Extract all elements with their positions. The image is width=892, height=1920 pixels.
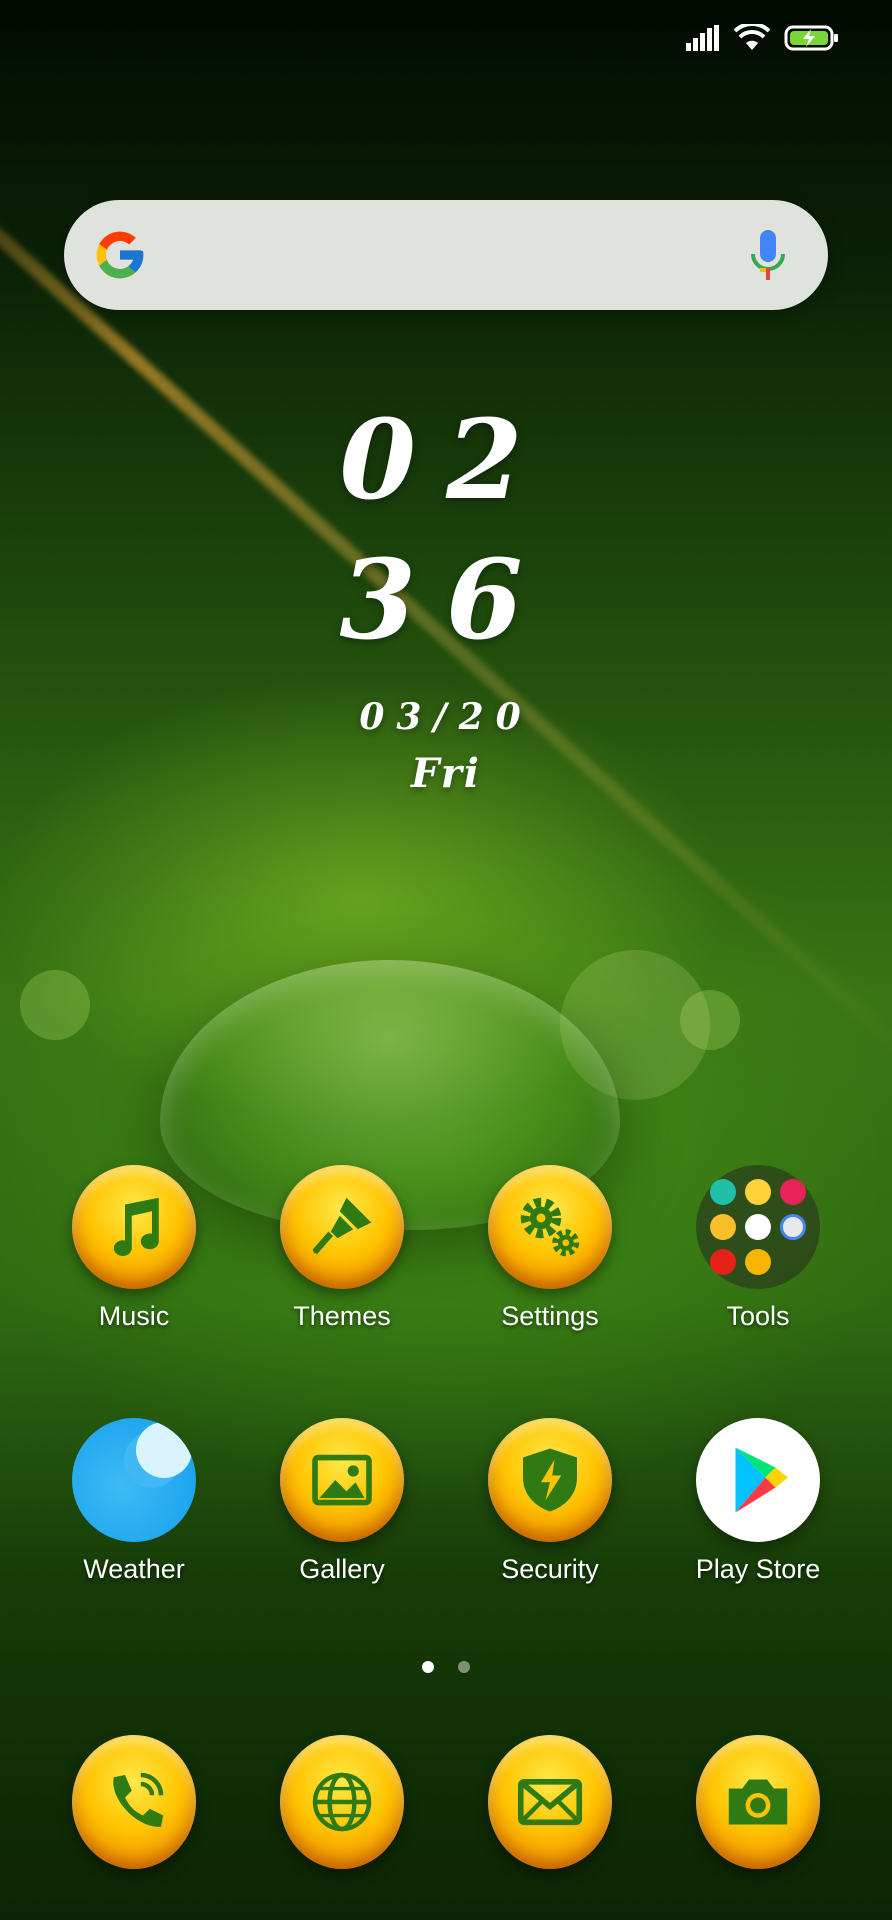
app-weather[interactable]: Weather [44, 1418, 224, 1585]
page-dot[interactable] [457, 1661, 470, 1673]
app-label: Tools [726, 1301, 790, 1331]
app-label: Settings [501, 1301, 599, 1331]
app-label: Gallery [299, 1554, 385, 1584]
page-indicator[interactable] [0, 1658, 892, 1677]
app-music[interactable]: Music [44, 1165, 224, 1332]
app-gallery[interactable]: Gallery [252, 1418, 432, 1585]
app-play-store[interactable]: Play Store [668, 1418, 848, 1585]
clock-hours[interactable]: 02 [0, 400, 892, 520]
wifi-icon [734, 24, 770, 50]
app-security[interactable]: Security [460, 1418, 640, 1585]
paintbrush-icon [280, 1165, 404, 1289]
browser-globe-icon[interactable] [280, 1735, 404, 1869]
google-search-bar[interactable] [64, 200, 828, 310]
mini-app-icon [745, 1214, 771, 1240]
phone-icon[interactable] [72, 1735, 196, 1869]
camera-icon[interactable] [696, 1735, 820, 1869]
play-store-icon [696, 1418, 820, 1542]
mini-app-icon [745, 1249, 771, 1275]
wallpaper-bokeh [680, 990, 740, 1050]
mini-app-icon [780, 1214, 806, 1240]
mini-app-icon [745, 1179, 771, 1205]
folder-icon [696, 1165, 820, 1289]
voice-search-mic-icon[interactable] [750, 230, 786, 282]
mini-app-icon [710, 1179, 736, 1205]
app-label: Play Store [695, 1554, 821, 1584]
folder-tools[interactable]: Tools [668, 1165, 848, 1332]
clock-minutes[interactable]: 36 [0, 540, 892, 660]
clock-date[interactable]: 03/20 [0, 696, 892, 738]
app-label: Themes [293, 1301, 391, 1331]
google-logo-icon [96, 231, 144, 279]
gears-icon [488, 1165, 612, 1289]
mini-app-icon [780, 1179, 806, 1205]
shield-bolt-icon [488, 1418, 612, 1542]
mini-app-icon [710, 1214, 736, 1240]
cellular-signal-icon [686, 25, 719, 51]
mini-app-icon [710, 1249, 736, 1275]
battery-charging-icon [784, 25, 838, 51]
clock-weekday: Fri [411, 750, 481, 797]
messages-envelope-icon[interactable] [488, 1735, 612, 1869]
gallery-icon [280, 1418, 404, 1542]
app-themes[interactable]: Themes [252, 1165, 432, 1332]
wallpaper-bokeh [20, 970, 90, 1040]
app-label: Music [98, 1301, 170, 1331]
app-label: Security [501, 1554, 599, 1584]
music-note-icon [72, 1165, 196, 1289]
page-dot-active[interactable] [422, 1661, 435, 1673]
app-settings[interactable]: Settings [460, 1165, 640, 1332]
app-label: Weather [83, 1554, 185, 1584]
status-bar [686, 24, 840, 52]
weather-icon [72, 1418, 196, 1542]
